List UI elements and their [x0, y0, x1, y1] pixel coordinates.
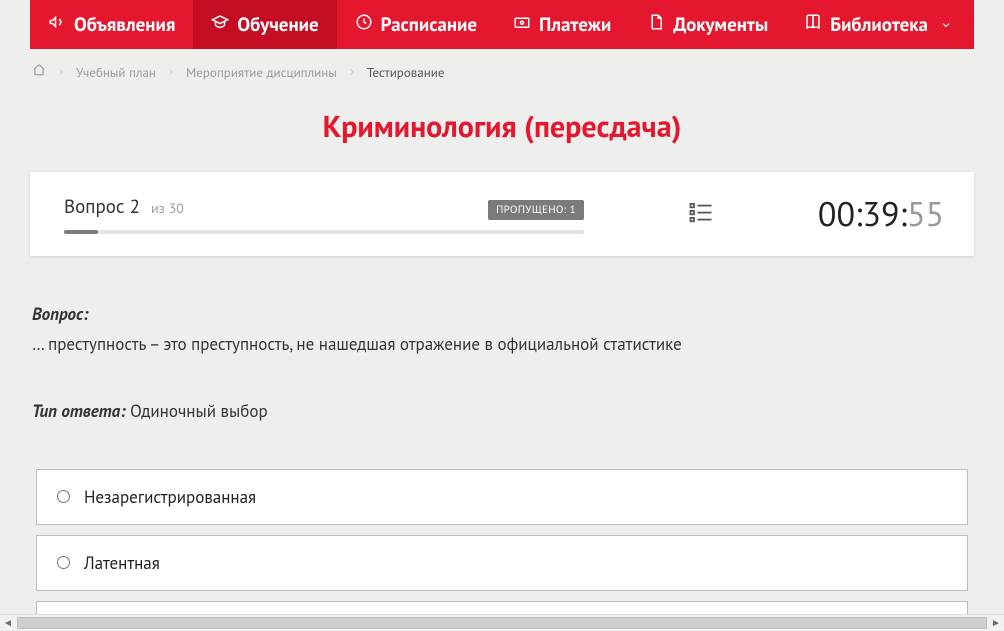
document-icon	[647, 13, 665, 37]
chevron-right-icon	[56, 67, 66, 77]
nav-library[interactable]: Библиотека	[786, 0, 970, 49]
question-block: Вопрос: … преступность – это преступност…	[30, 256, 974, 425]
nav-announcements[interactable]: Объявления	[30, 0, 193, 49]
timer-seconds: 55	[907, 192, 944, 236]
radio-input[interactable]	[57, 490, 70, 503]
horizontal-scrollbar[interactable]: ◄ ►	[0, 614, 1004, 630]
nav-schedule[interactable]: Расписание	[337, 0, 495, 49]
list-icon	[686, 211, 716, 231]
option-label: Латентная	[84, 552, 160, 574]
answer-option[interactable]: Латентная	[36, 535, 968, 591]
question-text: … преступность – это преступность, не на…	[32, 332, 968, 358]
answer-option[interactable]: Скрытая	[36, 601, 968, 615]
question-label: Вопрос:	[32, 302, 968, 328]
payment-icon	[513, 13, 531, 37]
top-nav: Объявления Обучение Расписание Платежи	[30, 0, 974, 49]
nav-label: Платежи	[539, 13, 611, 37]
scroll-track[interactable]	[17, 617, 987, 629]
chevron-right-icon	[166, 67, 176, 77]
nav-payments[interactable]: Платежи	[495, 0, 629, 49]
book-icon	[804, 13, 822, 37]
megaphone-icon	[48, 13, 66, 37]
breadcrumb-home[interactable]	[32, 63, 46, 81]
answer-type-label: Тип ответа:	[32, 400, 126, 422]
scroll-right-arrow[interactable]: ►	[988, 615, 1004, 631]
chevron-right-icon	[347, 67, 357, 77]
nav-label: Расписание	[381, 13, 477, 37]
page-title: Криминология (пересдача)	[30, 93, 974, 172]
progress-bar	[64, 230, 584, 234]
nav-education[interactable]: Обучение	[193, 0, 336, 49]
graduation-cap-icon	[211, 13, 229, 37]
skipped-badge: ПРОПУЩЕНО: 1	[488, 200, 584, 220]
nav-documents[interactable]: Документы	[629, 0, 786, 49]
question-progress: Вопрос 2 из 30 ПРОПУЩЕНО: 1	[64, 195, 584, 234]
timer: 00:39:55	[818, 192, 944, 236]
breadcrumb-current: Тестирование	[367, 64, 445, 81]
page-viewport[interactable]: Объявления Обучение Расписание Платежи	[0, 0, 1004, 614]
chevron-down-icon	[940, 13, 952, 37]
breadcrumb-link[interactable]: Учебный план	[76, 64, 156, 81]
radio-input[interactable]	[57, 556, 70, 569]
nav-label: Объявления	[74, 13, 175, 37]
breadcrumb: Учебный план Мероприятие дисциплины Тест…	[30, 49, 974, 93]
answer-type-value: Одиночный выбор	[126, 400, 268, 422]
answer-option[interactable]: Незарегистрированная	[36, 469, 968, 525]
breadcrumb-link[interactable]: Мероприятие дисциплины	[186, 64, 337, 81]
question-number-label: Вопрос 2 из 30	[64, 195, 184, 219]
scroll-left-arrow[interactable]: ◄	[0, 615, 16, 631]
status-panel: Вопрос 2 из 30 ПРОПУЩЕНО: 1	[30, 172, 974, 256]
home-icon	[32, 64, 46, 81]
option-label: Незарегистрированная	[84, 486, 256, 508]
timer-main: 00:39:	[818, 192, 907, 236]
answer-options: Незарегистрированная Латентная Скрытая	[30, 469, 974, 615]
nav-label: Обучение	[237, 13, 318, 37]
nav-label: Документы	[673, 13, 768, 37]
question-list-toggle[interactable]	[686, 198, 716, 231]
progress-fill	[64, 230, 98, 234]
nav-label: Библиотека	[830, 13, 928, 37]
clock-icon	[355, 13, 373, 37]
